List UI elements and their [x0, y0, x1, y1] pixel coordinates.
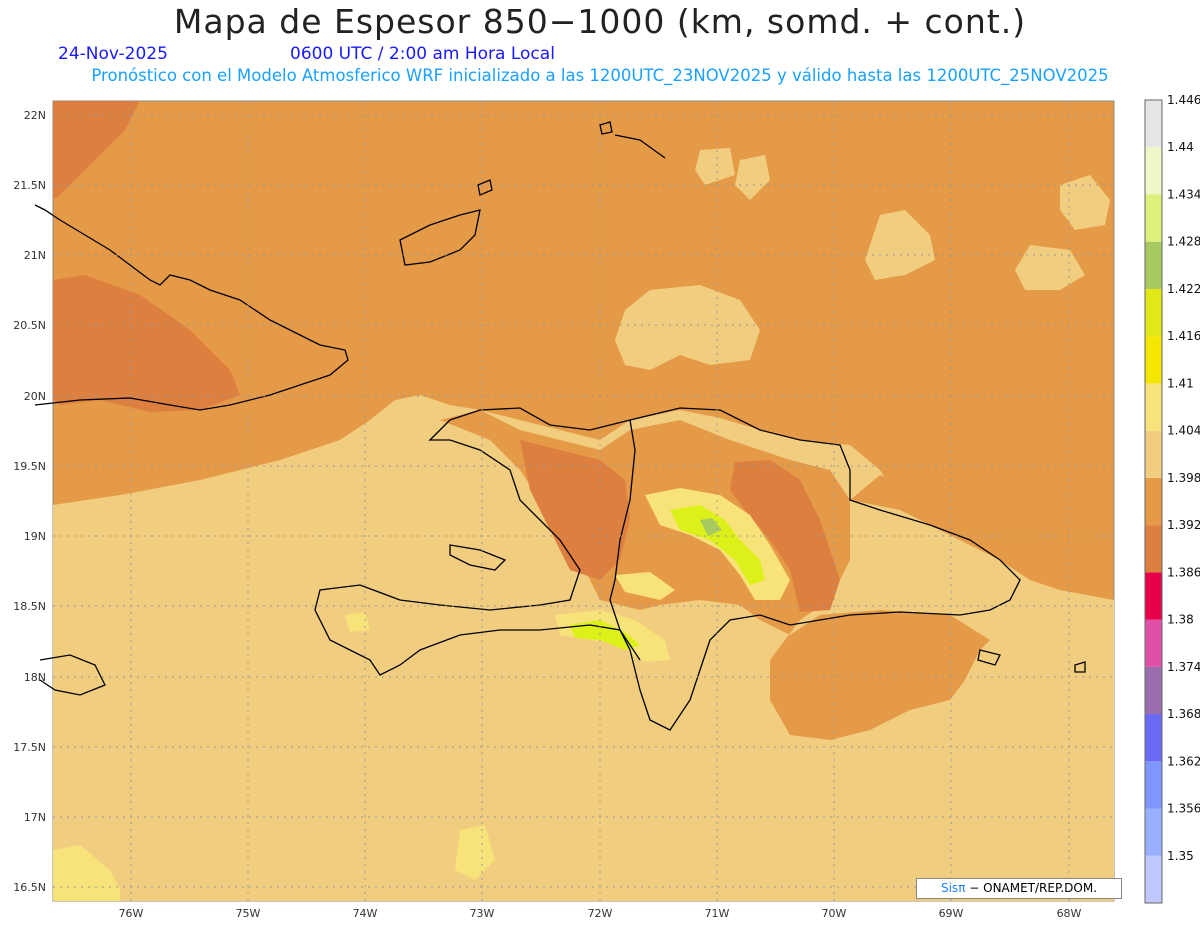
lon-label: 68W — [1057, 907, 1082, 920]
colorbar-cell — [1145, 714, 1162, 762]
lat-label: 21N — [24, 249, 46, 262]
lat-label: 17.5N — [13, 741, 46, 754]
colorbar-cell — [1145, 619, 1162, 667]
lon-label: 73W — [470, 907, 495, 920]
lon-label: 70W — [822, 907, 847, 920]
credit-text: − ONAMET/REP.DOM. — [969, 881, 1098, 895]
colorbar-label: 1.386 — [1167, 565, 1200, 579]
colorbar-label: 1.428 — [1167, 235, 1200, 249]
lat-label: 17N — [24, 811, 46, 824]
colorbar-cell — [1145, 430, 1162, 478]
valid-time: 0600 UTC / 2:00 am Hora Local — [290, 44, 555, 64]
colorbar-cell — [1145, 477, 1162, 526]
lon-label: 71W — [705, 907, 730, 920]
colorbar-cell — [1145, 808, 1162, 856]
lon-label: 72W — [588, 907, 613, 920]
longitude-labels: 76W 75W 74W 73W 72W 71W 70W 69W 68W — [119, 907, 1082, 920]
colorbar-cell — [1145, 525, 1162, 573]
colorbar-cell — [1145, 336, 1162, 384]
colorbar-cell — [1145, 666, 1162, 715]
lat-label: 21.5N — [13, 179, 46, 192]
colorbar-cell — [1145, 288, 1162, 337]
lon-label: 69W — [939, 907, 964, 920]
lat-label: 16.5N — [13, 881, 46, 894]
colorbar: 1.35 1.356 1.362 1.368 1.374 1.38 1.386 1.392 1.… — [1144, 93, 1200, 904]
colorbar-label: 1.446 — [1167, 93, 1200, 107]
colorbar-cell — [1145, 194, 1162, 242]
colorbar-label: 1.368 — [1167, 707, 1200, 721]
colorbar-label: 1.374 — [1167, 660, 1200, 674]
colorbar-cell — [1145, 241, 1162, 289]
lon-label: 76W — [119, 907, 144, 920]
colorbar-cell — [1145, 855, 1162, 903]
colorbar-label: 1.44 — [1167, 140, 1194, 154]
colorbar-label: 1.422 — [1167, 282, 1200, 296]
colorbar-label: 1.38 — [1167, 613, 1194, 627]
colorbar-label: 1.41 — [1167, 376, 1194, 390]
credit-box: Sisπ − ONAMET/REP.DOM. — [916, 878, 1122, 899]
forecast-date: 24-Nov-2025 — [58, 44, 168, 64]
colorbar-cell — [1145, 572, 1162, 620]
lat-label: 19.5N — [13, 460, 46, 473]
lon-label: 74W — [353, 907, 378, 920]
forecast-note: Pronóstico con el Modelo Atmosferico WRF… — [91, 66, 1109, 85]
latitude-labels: 22N 21.5N 21N 20.5N 20N 19.5N 19N 18.5N … — [13, 109, 46, 894]
lon-label: 75W — [236, 907, 261, 920]
lat-label: 18.5N — [13, 600, 46, 613]
colorbar-label: 1.404 — [1167, 424, 1200, 438]
colorbar-label: 1.434 — [1167, 187, 1200, 201]
map-title: Mapa de Espesor 850−1000 (km, somd. + co… — [173, 2, 1027, 41]
lat-label: 19N — [24, 530, 46, 543]
colorbar-label: 1.398 — [1167, 471, 1200, 485]
colorbar-label: 1.392 — [1167, 518, 1200, 532]
colorbar-label: 1.356 — [1167, 802, 1200, 816]
colorbar-cell — [1145, 100, 1162, 148]
colorbar-cell — [1145, 383, 1162, 431]
lat-label: 20N — [24, 390, 46, 403]
colorbar-cell — [1145, 761, 1162, 809]
colorbar-label: 1.416 — [1167, 329, 1200, 343]
credit-brand: Sisπ — [940, 881, 966, 895]
colorbar-label: 1.35 — [1167, 849, 1194, 863]
lat-label: 18N — [24, 671, 46, 684]
lat-label: 20.5N — [13, 319, 46, 332]
colorbar-label: 1.362 — [1167, 754, 1200, 768]
colorbar-cell — [1145, 147, 1162, 195]
lat-label: 22N — [24, 109, 46, 122]
thickness-map: 22N 21.5N 21N 20.5N 20N 19.5N 19N 18.5N … — [13, 93, 1200, 920]
